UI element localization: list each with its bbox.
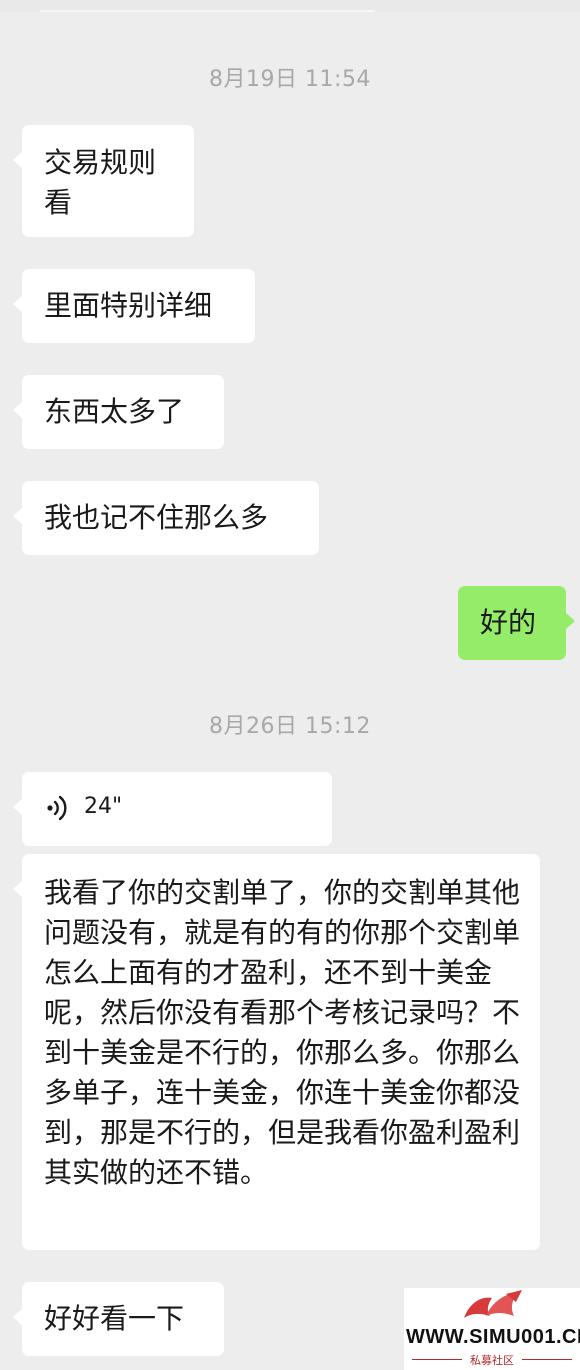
watermark-text: WWW.SIMU001.CN [406,1326,580,1348]
voice-message-bubble[interactable]: 24" [13,772,332,846]
timestamp: 8月19日 11:54 [209,67,371,92]
message-bubble[interactable]: 里面特别详细 [13,269,255,343]
timestamp: 8月26日 15:12 [209,714,371,739]
top-status-strip [0,0,580,12]
message-bubble[interactable]: 交易规则 看 [13,125,194,237]
watermark: WWW.SIMU001.CN 私募社区 [404,1288,580,1370]
message-bubble[interactable]: 东西太多了 [13,375,224,449]
voice-wave-icon [47,795,67,821]
message-bubble[interactable]: 好好看一下 [13,1282,224,1356]
simu-logo-icon [464,1290,522,1318]
voice-duration: 24" [84,794,123,819]
message-bubble[interactable]: 我也记不住那么多 [13,481,319,555]
sent-message-bubble[interactable]: 好的 [458,586,575,660]
watermark-subtitle: 私募社区 [404,1352,580,1368]
message-bubble[interactable]: 我看了你的交割单了，你的交割单其他问题没有，就是有的有的你那个交割单怎么上面有的… [13,854,540,1250]
